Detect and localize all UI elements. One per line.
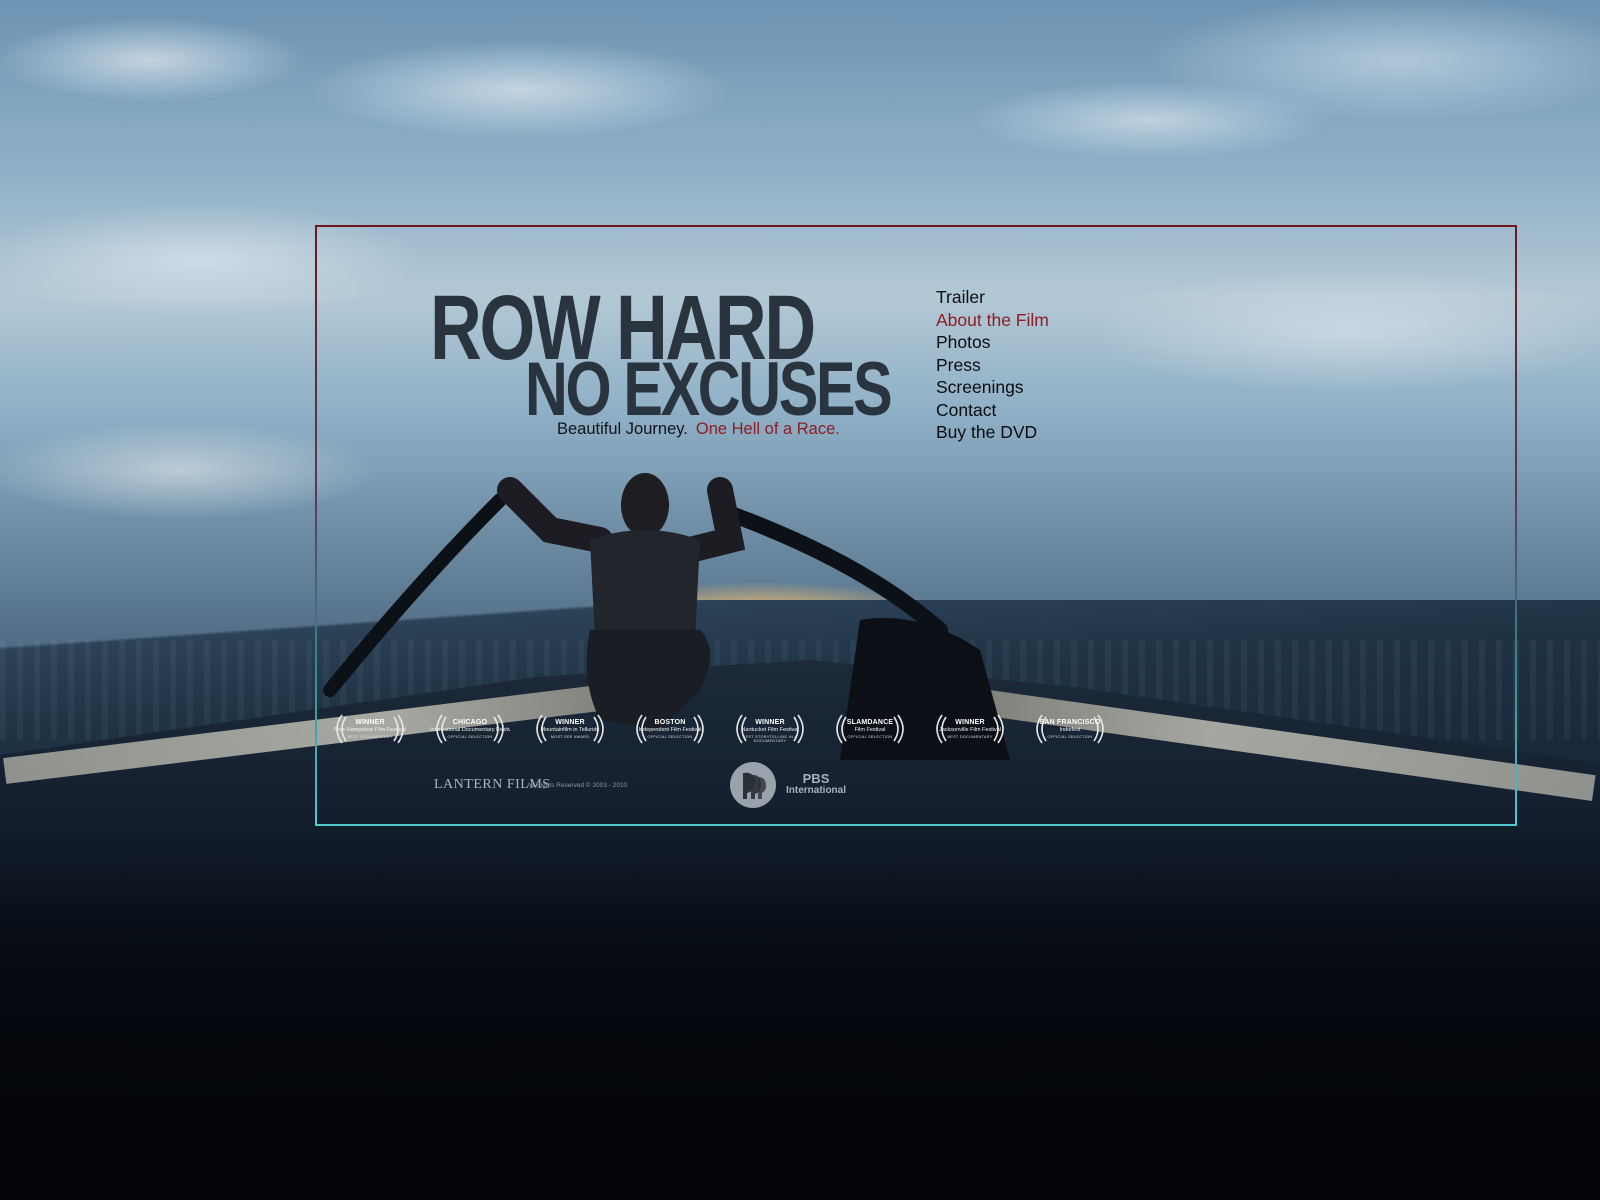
festival-laurels: WINNER New Hampshire Film Festival BEST … [330,712,1110,748]
pbs-label: PBS [802,771,830,786]
nav-buy-the-dvd[interactable]: Buy the DVD [936,421,1049,444]
nav-trailer[interactable]: Trailer [936,286,1049,309]
bottom-shadow [0,820,1600,1200]
laurel-jacksonville: WINNER Jacksonville Film Festival BEST D… [930,712,1010,746]
pbs-sub-label: International [786,785,847,796]
pbs-logo-icon[interactable] [729,761,777,809]
title-line-2: NO EXCUSES [524,347,893,432]
laurel-boston: BOSTON Independent Film Festival OFFICIA… [630,712,710,746]
laurel-slamdance: SLAMDANCE Film Festival OFFICIAL SELECTI… [830,712,910,746]
pbs-international-label: PBS International [786,771,847,797]
nav-photos[interactable]: Photos [936,331,1049,354]
tagline: Beautiful Journey. One Hell of a Race. [557,420,840,439]
main-nav: Trailer About the Film Photos Press Scre… [936,286,1049,444]
nav-screenings[interactable]: Screenings [936,376,1049,399]
laurel-san-francisco: SAN FRANCISCO Indiefest OFFICIAL SELECTI… [1030,712,1110,746]
laurel-nantucket: WINNER Nantucket Film Festival BEST STOR… [730,712,810,746]
nav-about-the-film[interactable]: About the Film [936,309,1049,332]
nav-contact[interactable]: Contact [936,399,1049,422]
tagline-accent: One Hell of a Race. [695,420,840,438]
laurel-mountainfilm: WINNER Mountainfilm in Telluride MOST-SE… [530,712,610,746]
laurel-new-hampshire: WINNER New Hampshire Film Festival BEST … [330,712,410,746]
copyright-text: All Rights Reserved © 2003 - 2010 [527,782,628,789]
nav-press[interactable]: Press [936,354,1049,377]
laurel-chicago: CHICAGO International Documentary Festiv… [430,712,510,746]
tagline-main: Beautiful Journey. [557,420,688,438]
